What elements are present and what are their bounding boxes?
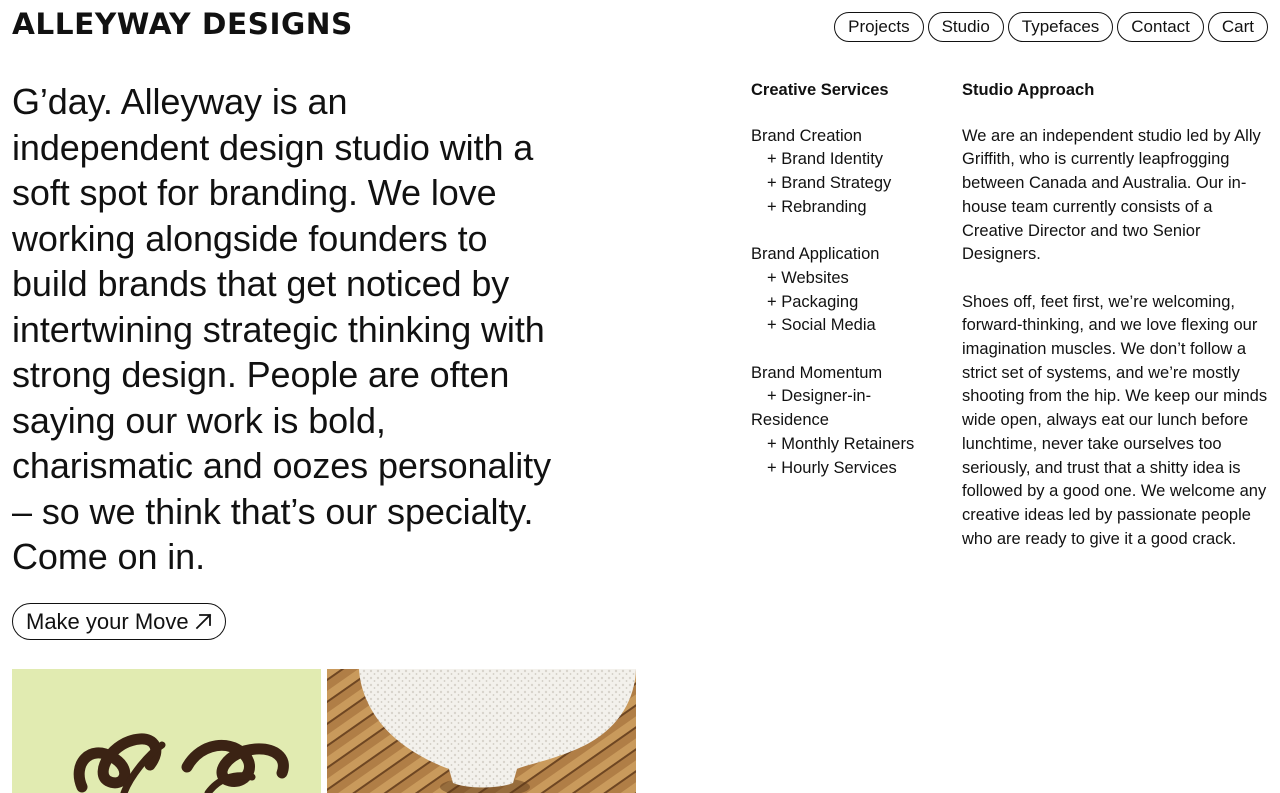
approach-paragraph: Shoes off, feet first, we’re welcoming, … [962, 292, 1268, 548]
service-item: + Rebranding [767, 197, 867, 216]
service-group-brand-momentum: Brand Momentum + Designer-in-Residence +… [751, 362, 951, 481]
service-item: + Websites [767, 268, 849, 287]
creative-services-column: Creative Services Brand Creation + Brand… [751, 79, 951, 504]
arrow-up-right-icon [195, 613, 211, 630]
approach-paragraph: We are an independent studio led by Ally… [962, 126, 1261, 264]
make-your-move-button[interactable]: Make your Move [12, 603, 226, 640]
service-item: + Designer-in-Residence [751, 387, 872, 430]
studio-approach-heading: Studio Approach [962, 81, 1095, 99]
nav-link-projects[interactable]: Projects [834, 12, 924, 42]
service-group-title: Brand Creation [751, 126, 862, 145]
project-tile-sponge-vessel[interactable] [327, 669, 636, 793]
service-item: + Packaging [767, 292, 859, 311]
service-item: + Brand Identity [767, 150, 884, 169]
nav-link-cart[interactable]: Cart [1207, 12, 1268, 42]
project-tile-script-lettering[interactable] [12, 669, 321, 793]
service-group-brand-creation: Brand Creation + Brand Identity + Brand … [751, 125, 951, 220]
main-nav: Projects Studio Typefaces Contact Cart [834, 12, 1268, 42]
service-group-brand-application: Brand Application + Websites + Packaging… [751, 243, 951, 338]
cta-label: Make your Move [26, 608, 189, 634]
service-group-title: Brand Momentum [751, 363, 883, 382]
service-item: + Hourly Services [767, 458, 897, 477]
sponge-vessel-image [327, 669, 636, 793]
nav-link-studio[interactable]: Studio [927, 12, 1004, 42]
studio-approach-column: Studio Approach We are an independent st… [962, 79, 1272, 575]
service-group-title: Brand Application [751, 245, 880, 264]
service-item: + Social Media [767, 316, 876, 335]
service-item: + Brand Strategy [767, 174, 892, 193]
intro-paragraph: G’day. Alleyway is an independent design… [12, 81, 551, 577]
nav-link-typefaces[interactable]: Typefaces [1007, 12, 1114, 42]
service-item: + Monthly Retainers [767, 434, 915, 453]
creative-services-heading: Creative Services [751, 81, 889, 99]
script-lettering-image [73, 733, 289, 793]
brand-logo[interactable]: ALLEYWAY DESIGNS [12, 6, 353, 42]
nav-link-contact[interactable]: Contact [1117, 12, 1204, 42]
